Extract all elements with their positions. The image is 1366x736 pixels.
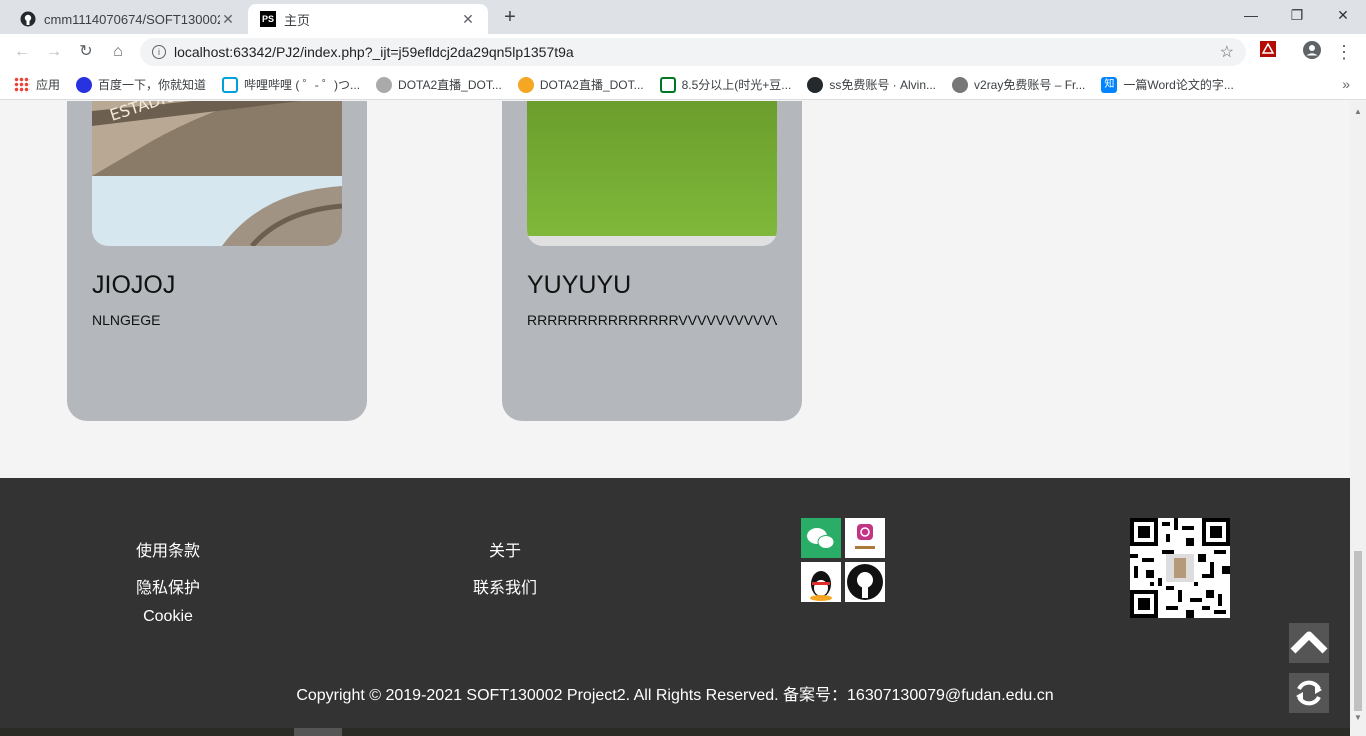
douyu-icon <box>517 76 534 93</box>
github-icon <box>807 76 824 93</box>
page-viewport: ESTADIO SANTIAG JIOJOJ NLNGEGE YUY <box>0 101 1350 736</box>
reload-button[interactable]: ↻ <box>74 40 98 64</box>
bookmark-v2ray[interactable]: v2ray免费账号 – Fr... <box>952 76 1085 93</box>
zhihu-icon: 知 <box>1101 76 1118 93</box>
bookmark-label: 百度一下，你就知道 <box>98 78 207 92</box>
address-bar[interactable]: i localhost:63342/PJ2/index.php?_ijt=j59… <box>140 38 1246 66</box>
scroll-to-top-button[interactable] <box>1289 623 1329 663</box>
bookmark-label: ss免费账号 · Alvin... <box>829 78 937 92</box>
apps-grid-icon <box>14 76 30 93</box>
bookmark-label: v2ray免费账号 – Fr... <box>974 78 1086 92</box>
instagram-icon[interactable] <box>845 518 885 558</box>
douban-icon <box>659 76 676 93</box>
back-button[interactable]: ← <box>10 40 34 64</box>
dota-icon <box>376 76 393 93</box>
scroll-down-arrow-icon[interactable]: ▼ <box>1354 713 1362 722</box>
wechat-icon[interactable] <box>801 518 841 558</box>
bookmark-label: DOTA2直播_DOT... <box>539 78 644 92</box>
bookmark-bilibili[interactable]: 哔哩哔哩 ( ゜- ゜)つ... <box>222 76 360 93</box>
bookmark-douban[interactable]: 8.5分以上(时光+豆... <box>659 76 792 93</box>
tab-title: 主页 <box>284 12 311 28</box>
terms-link[interactable]: 使用条款 <box>118 537 218 561</box>
browser-tab-strip: cmm1114070674/SOFT130002 ✕ PS 主页 ✕ + — ❐… <box>0 0 1366 34</box>
card-title: JIOJOJ <box>92 271 176 299</box>
bookmark-github[interactable]: ss免费账号 · Alvin... <box>807 76 936 93</box>
page-footer: 使用条款 隐私保护 Cookie 关于 联系我们 Copyright © 201… <box>0 478 1350 736</box>
qq-icon[interactable] <box>801 562 841 602</box>
github-favicon-icon <box>20 11 36 27</box>
browser-toolbar: ← → ↻ ⌂ i localhost:63342/PJ2/index.php?… <box>0 34 1366 70</box>
page-scrollbar[interactable]: ▲ ▼ <box>1350 101 1366 736</box>
pdf-extension-icon[interactable] <box>1256 40 1280 64</box>
bookmarks-bar: 应用 百度一下，你就知道 哔哩哔哩 ( ゜- ゜)つ... DOTA2直播_DO… <box>0 70 1366 100</box>
bookmark-zhihu[interactable]: 知 一篇Word论文的字... <box>1101 76 1234 93</box>
close-tab-icon[interactable]: ✕ <box>460 11 476 28</box>
more-bookmarks-icon[interactable]: » <box>1342 76 1350 92</box>
refresh-icon <box>1296 680 1322 706</box>
about-link[interactable]: 关于 <box>455 537 555 561</box>
card-image-stadium[interactable]: ESTADIO SANTIAG <box>92 101 342 246</box>
bookmark-baidu[interactable]: 百度一下，你就知道 <box>76 76 206 93</box>
bookmark-dota-1[interactable]: DOTA2直播_DOT... <box>376 76 502 93</box>
card-description: NLNGEGE <box>92 312 161 328</box>
privacy-link[interactable]: 隐私保护 <box>118 574 218 598</box>
globe-icon <box>952 76 969 93</box>
github-icon[interactable] <box>845 562 885 602</box>
bilibili-icon <box>222 76 239 93</box>
taskbar-peek <box>0 728 1350 736</box>
bookmark-label: DOTA2直播_DOT... <box>398 78 502 92</box>
site-info-icon[interactable]: i <box>152 45 166 59</box>
restore-window-button[interactable]: ❐ <box>1274 0 1320 32</box>
qr-code-image <box>1130 518 1230 618</box>
phpstorm-favicon-icon: PS <box>260 11 276 27</box>
scrollbar-thumb[interactable] <box>1354 551 1362 711</box>
bookmark-label: 应用 <box>36 78 61 92</box>
bookmark-star-icon[interactable]: ☆ <box>1220 42 1234 62</box>
refresh-button[interactable] <box>1289 673 1329 713</box>
copyright-text: Copyright © 2019-2021 SOFT130002 Project… <box>296 687 1054 704</box>
cookie-link[interactable]: Cookie <box>118 608 218 626</box>
card-image-meadow[interactable] <box>527 101 777 246</box>
bookmark-label: 8.5分以上(时光+豆... <box>681 78 792 92</box>
profile-avatar-icon[interactable] <box>1300 40 1324 64</box>
baidu-icon <box>76 76 93 93</box>
image-card[interactable]: YUYUYU RRRRRRRRRRRRRRRVVVVVVVVVVVVVVVV <box>502 101 802 421</box>
chevron-up-icon <box>1290 631 1328 654</box>
tab-title: cmm1114070674/SOFT130002 <box>44 11 220 27</box>
browser-tab-github[interactable]: cmm1114070674/SOFT130002 ✕ <box>8 4 248 34</box>
image-card[interactable]: ESTADIO SANTIAG JIOJOJ NLNGEGE <box>67 101 367 421</box>
menu-kebab-icon[interactable]: ⋮ <box>1332 40 1356 64</box>
forward-button[interactable]: → <box>42 40 66 64</box>
home-button[interactable]: ⌂ <box>106 40 130 64</box>
bookmark-label: 哔哩哔哩 ( ゜- ゜)つ... <box>244 78 361 92</box>
bookmark-dota-2[interactable]: DOTA2直播_DOT... <box>517 76 644 93</box>
close-tab-icon[interactable]: ✕ <box>220 11 236 28</box>
close-window-button[interactable]: ✕ <box>1320 0 1366 32</box>
url-text: localhost:63342/PJ2/index.php?_ijt=j59ef… <box>174 44 574 60</box>
minimize-window-button[interactable]: — <box>1228 0 1274 32</box>
bookmark-apps[interactable]: 应用 <box>14 76 60 93</box>
scroll-up-arrow-icon[interactable]: ▲ <box>1354 107 1362 116</box>
browser-tab-home[interactable]: PS 主页 ✕ <box>248 4 488 34</box>
card-title: YUYUYU <box>527 271 632 299</box>
bookmark-label: 一篇Word论文的字... <box>1123 78 1234 92</box>
new-tab-button[interactable]: + <box>498 6 522 30</box>
contact-link[interactable]: 联系我们 <box>455 574 555 598</box>
card-description: RRRRRRRRRRRRRRRVVVVVVVVVVVVVVVV <box>527 312 777 328</box>
